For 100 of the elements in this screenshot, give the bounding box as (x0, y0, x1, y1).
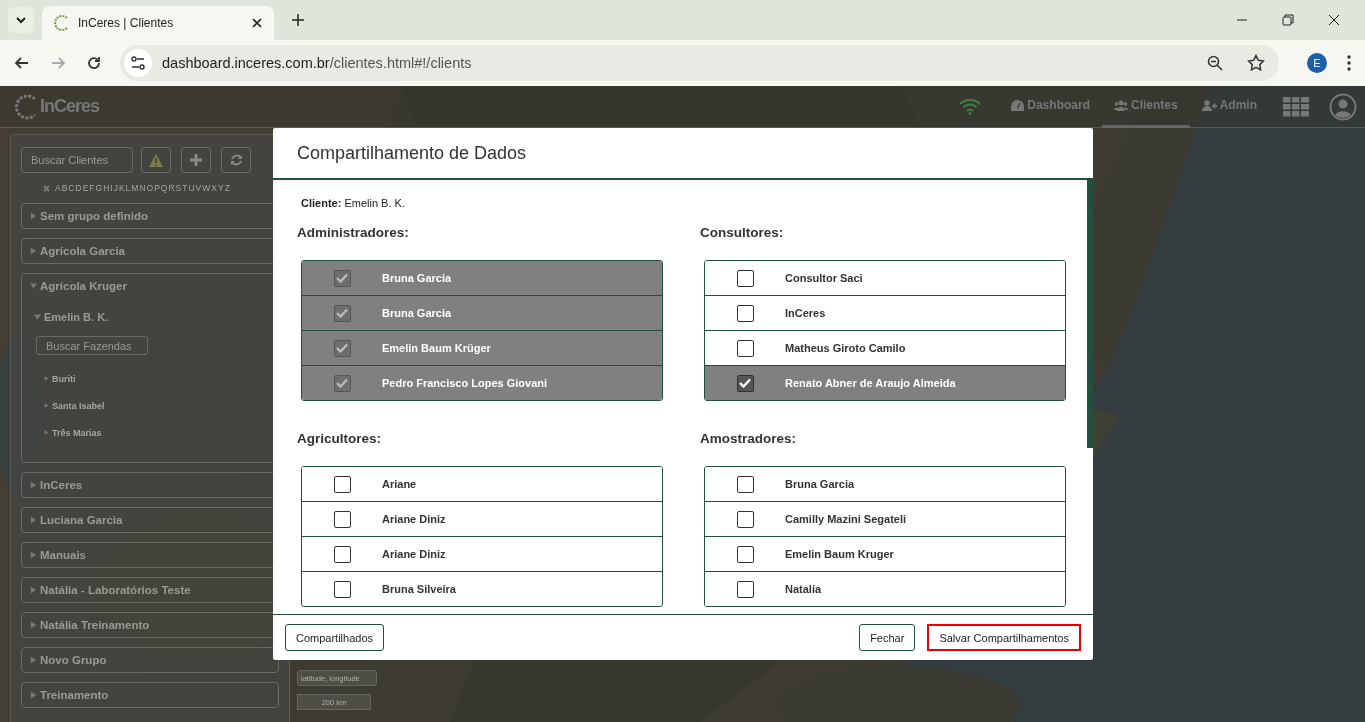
user-name: Renato Abner de Araujo Almeida (785, 377, 956, 389)
checkbox[interactable] (333, 545, 351, 563)
checkbox[interactable] (736, 545, 754, 563)
user-row[interactable]: Renato Abner de Araujo Almeida (705, 365, 1065, 400)
close-button[interactable]: Fechar (859, 624, 916, 651)
letter-filter[interactable]: P (154, 183, 160, 193)
search-field[interactable]: Buscar Fazendas (36, 336, 148, 355)
farm-name[interactable]: Buriti (52, 373, 76, 384)
letter-filter[interactable]: A (55, 183, 61, 193)
tab-title: InCeres | Clientes (78, 16, 175, 30)
letter-filter[interactable]: K (118, 183, 125, 193)
letter-filter[interactable]: F (89, 183, 95, 193)
letter-filter[interactable]: Y (218, 183, 224, 193)
letter-filter[interactable]: C (68, 183, 75, 193)
checkbox[interactable] (736, 510, 754, 528)
dialog-title: Compartilhamento de Dados (297, 142, 527, 164)
checkbox[interactable] (333, 475, 351, 493)
user-avatar-icon[interactable] (1329, 92, 1357, 121)
logo-icon (54, 15, 70, 31)
letter-filter[interactable]: S (175, 183, 182, 193)
address-bar[interactable]: dashboard.inceres.com.br/clientes.html#!/clients (120, 45, 1279, 81)
scrollbar[interactable] (1087, 180, 1093, 448)
zoom-icon[interactable] (1207, 55, 1223, 71)
letter-filter[interactable]: I (110, 183, 113, 193)
letter-filter[interactable]: H (103, 183, 110, 193)
user-name: Bruna Garcia (785, 478, 855, 490)
save-button[interactable]: Salvar Compartilhamentos (927, 624, 1081, 651)
site-settings-icon[interactable] (124, 49, 152, 77)
url-text: dashboard.inceres.com.br/clientes.html#!/clients (162, 55, 472, 71)
close-icon[interactable] (1328, 14, 1340, 26)
browser-tab[interactable]: InCeres | Clientes (42, 6, 274, 40)
checkbox[interactable] (736, 374, 754, 392)
user-name: Emelin Baum Krüger (382, 342, 491, 354)
refresh-button[interactable] (221, 147, 251, 173)
user-name: Camilly Mazini Segateli (785, 513, 907, 525)
section-title: Amostradores: (700, 431, 798, 446)
checkbox[interactable] (333, 510, 351, 528)
letter-filter[interactable]: J (113, 183, 118, 193)
letter-filter[interactable]: T (182, 183, 188, 193)
group-panel[interactable]: Novo Grupo (21, 647, 279, 673)
user-row[interactable]: Natalia (705, 571, 1065, 606)
add-button[interactable] (181, 147, 211, 173)
checkbox[interactable] (333, 580, 351, 598)
letter-filter[interactable]: M (131, 183, 139, 193)
letter-filter[interactable]: W (202, 183, 211, 193)
close-icon[interactable] (252, 18, 262, 28)
group-name: InCeres (40, 479, 83, 491)
letter-filter[interactable]: L (125, 183, 131, 193)
checkbox[interactable] (736, 475, 754, 493)
letter-filter[interactable]: N (139, 183, 146, 193)
checkbox[interactable] (736, 269, 754, 287)
letter-filter[interactable]: Z (224, 183, 230, 193)
client-name[interactable]: Emelin B. K. (44, 311, 109, 323)
apps-grid-icon[interactable] (1283, 96, 1309, 117)
letter-filter[interactable]: D (75, 183, 82, 193)
app-logo[interactable]: InCeres (14, 93, 100, 120)
gauge-icon (1011, 99, 1025, 111)
reload-icon[interactable] (86, 55, 102, 71)
letter-filter[interactable]: R (168, 183, 175, 193)
chevron-down-icon (15, 16, 27, 24)
users-icon (1113, 99, 1128, 111)
group-name: Agrícola Kruger (40, 280, 127, 292)
menu-icon[interactable] (1347, 55, 1351, 71)
user-name: Emelin Baum Kruger (785, 548, 894, 560)
group-name: Natália Treinamento (40, 619, 150, 631)
nav-link[interactable]: Dashboard (999, 86, 1102, 128)
search-field[interactable]: Buscar Clientes (21, 147, 133, 173)
letter-filter[interactable]: O (146, 183, 154, 193)
farm-name[interactable]: Três Marias (52, 427, 102, 438)
group-name: Novo Grupo (40, 654, 107, 666)
group-panel[interactable]: Treinamento (21, 682, 279, 708)
user-plus-icon (1201, 99, 1217, 111)
back-icon[interactable] (14, 55, 30, 71)
letter-filter[interactable]: E (82, 183, 89, 193)
section-title: Administradores: (297, 225, 410, 240)
user-name: Bruna Silveira (382, 583, 456, 595)
user-name: Ariane Diniz (382, 548, 446, 560)
farm-name[interactable]: Santa Isabel (52, 400, 105, 411)
letter-filter[interactable]: V (195, 183, 202, 193)
user-name: Ariane Diniz (382, 513, 446, 525)
checkbox[interactable] (736, 580, 754, 598)
user-name: InCeres (785, 307, 826, 319)
user-name: Ariane (382, 478, 417, 490)
star-icon[interactable] (1247, 54, 1265, 72)
shared-button[interactable]: Compartilhados (285, 624, 385, 651)
letter-filter[interactable]: Q (160, 183, 168, 193)
nav-link[interactable]: Admin (1189, 86, 1269, 128)
checkbox[interactable] (736, 304, 754, 322)
restore-icon[interactable] (1282, 14, 1294, 26)
nav-link[interactable]: Clientes (1101, 86, 1190, 128)
tab-list-button[interactable] (8, 7, 34, 33)
letter-filter[interactable]: X (211, 183, 217, 193)
letter-filter[interactable]: G (95, 183, 103, 193)
user-row[interactable]: Bruna Silveira (302, 571, 662, 606)
profile-avatar[interactable]: E (1307, 53, 1327, 73)
user-name: Matheus Giroto Camilo (785, 342, 906, 354)
checkbox[interactable] (736, 339, 754, 357)
letter-filter[interactable]: U (188, 183, 195, 193)
new-tab-icon[interactable] (292, 14, 304, 26)
letter-filter[interactable]: B (61, 183, 68, 193)
